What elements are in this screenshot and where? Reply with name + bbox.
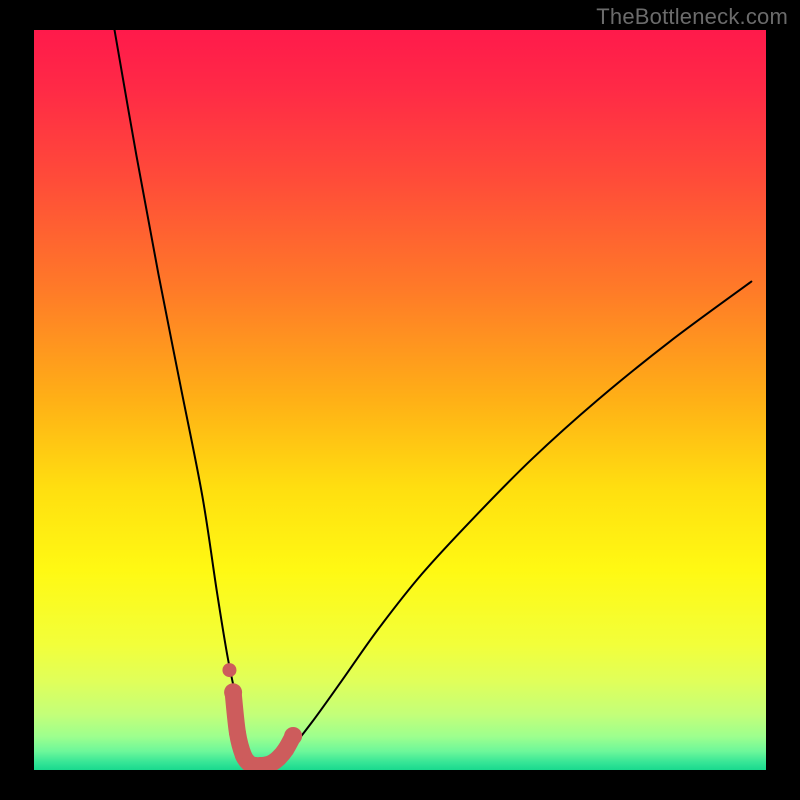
plot-area [34,30,766,770]
plot-background [34,30,766,770]
watermark-text: TheBottleneck.com [596,4,788,30]
plot-svg [34,30,766,770]
chart-frame: TheBottleneck.com [0,0,800,800]
